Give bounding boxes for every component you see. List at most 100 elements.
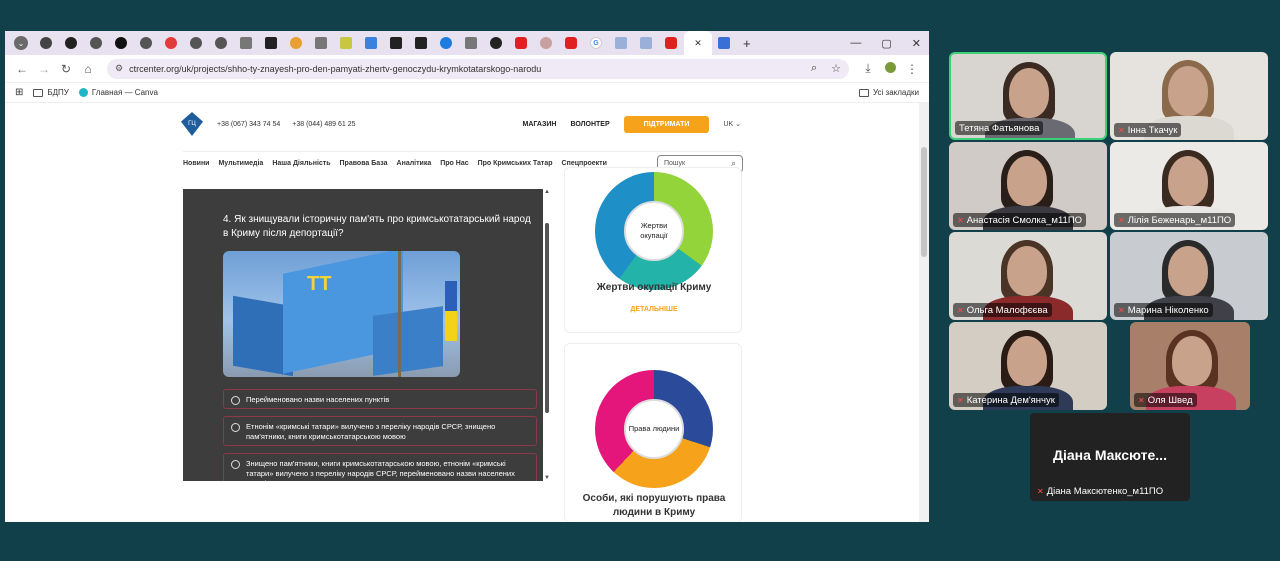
details-link[interactable]: ДЕТАЛЬНІШЕ (565, 306, 743, 313)
nav-about[interactable]: Про Нас (440, 160, 468, 167)
tab-google-icon[interactable]: G (590, 37, 602, 49)
quiz-option[interactable]: Знищено пам'ятники, книги кримськотатарс… (223, 453, 537, 481)
maximize-button[interactable]: ▢ (881, 37, 891, 50)
scroll-down-icon[interactable]: ▼ (543, 475, 551, 481)
participant-tile[interactable]: ✕ Катерина Дем'янчук (949, 322, 1107, 410)
tab-pkp-icon[interactable] (465, 37, 477, 49)
menu-kebab-icon[interactable]: ⋮ (901, 62, 923, 76)
quiz-scrollbar[interactable]: ▲ ▼ (543, 189, 551, 481)
tab-doc-icon[interactable] (365, 37, 377, 49)
phone-number[interactable]: +38 (067) 343 74 54 (217, 121, 280, 128)
tab-k-icon[interactable] (415, 37, 427, 49)
forward-arrow-icon[interactable]: → (33, 62, 55, 76)
human-rights-card[interactable]: Права людини Особи, які порушують права … (564, 343, 742, 522)
language-select[interactable]: UK ⌄ (723, 120, 741, 128)
tab-pink-icon[interactable] (540, 37, 552, 49)
occupation-victims-card[interactable]: Жертви окупації Жертви окупації Криму ДЕ… (564, 167, 742, 333)
participant-tile[interactable]: ✕ Оля Швед (1130, 322, 1250, 410)
tab-chrome-icon[interactable] (140, 37, 152, 49)
participant-tile[interactable]: ✕ Марина Ніколенко (1110, 232, 1268, 320)
all-bookmarks[interactable]: Усі закладки (858, 88, 919, 97)
folder-icon (33, 88, 44, 97)
bookmark-canva[interactable]: Главная — Canva (78, 88, 158, 97)
quiz-option[interactable]: Етнонім «кримські татари» вилучено з пер… (223, 416, 537, 446)
tab-nvs-icon[interactable] (640, 37, 652, 49)
tab-star-icon[interactable] (290, 37, 302, 49)
scroll-up-icon[interactable]: ▲ (543, 189, 551, 195)
apps-grid-icon[interactable]: ⊞ (15, 87, 23, 98)
url-text[interactable]: ctrcenter.org/uk/projects/shho-ty-znayes… (129, 64, 541, 74)
tab-youtube-icon[interactable] (665, 37, 677, 49)
home-icon[interactable]: ⌂ (77, 62, 99, 76)
radio-button[interactable] (231, 423, 240, 432)
quiz-option[interactable]: Перейменовано назви населених пунктів (223, 389, 537, 409)
tab-youtube-icon[interactable] (565, 37, 577, 49)
tab-pkp-icon[interactable] (240, 37, 252, 49)
mic-off-icon: ✕ (957, 215, 964, 225)
address-bar[interactable]: ⚙ ctrcenter.org/uk/projects/shho-ty-znay… (107, 58, 849, 79)
tab-red-c-icon[interactable] (165, 37, 177, 49)
tab-chrome-icon[interactable] (90, 37, 102, 49)
nav-special[interactable]: Спецпроекти (562, 160, 607, 167)
participant-label: ✕ Оля Швед (1134, 393, 1197, 407)
active-tab[interactable]: ✕ (684, 31, 712, 55)
tab-search-icon[interactable]: ⌄ (14, 36, 28, 50)
scroll-thumb[interactable] (921, 147, 927, 257)
tab-spotify-icon[interactable] (490, 37, 502, 49)
bookmark-star-icon[interactable]: ☆ (831, 62, 841, 75)
phone-number[interactable]: +38 (044) 489 61 25 (292, 121, 355, 128)
tab-m-icon[interactable] (340, 37, 352, 49)
mic-off-icon: ✕ (1118, 125, 1125, 135)
tab-github-icon[interactable] (65, 37, 77, 49)
site-info-icon[interactable]: ⚙ (115, 63, 123, 74)
reload-icon[interactable]: ↻ (55, 62, 77, 76)
nav-multimedia[interactable]: Мультимедіа (218, 160, 263, 167)
tab-chrome-icon[interactable] (215, 37, 227, 49)
participant-name: Лілія Беженарь_м11ПО (1127, 214, 1232, 226)
radio-button[interactable] (231, 460, 240, 469)
page-scrollbar[interactable] (919, 103, 929, 522)
tab-k-icon[interactable] (390, 37, 402, 49)
participant-tile[interactable]: ✕ Анастасія Смолка_м11ПО (949, 142, 1107, 230)
nav-legal[interactable]: Правова База (340, 160, 388, 167)
participant-tile-no-video[interactable]: Діана Максюте... ✕ Діана Максютенко_м11ПО (1030, 413, 1190, 501)
profile-avatar-icon[interactable] (879, 61, 901, 76)
nav-crimean-tatars[interactable]: Про Кримських Татар (478, 160, 553, 167)
support-button[interactable]: ПІДТРИМАТИ (623, 115, 710, 133)
nav-activity[interactable]: Наша Діяльність (272, 160, 330, 167)
close-window-button[interactable]: ✕ (912, 37, 921, 50)
shop-link[interactable]: МАГАЗИН (523, 121, 557, 128)
bookmark-bdpu[interactable]: БДПУ (33, 88, 69, 97)
nav-news[interactable]: Новини (183, 160, 209, 167)
download-icon[interactable]: ⤓ (857, 61, 879, 76)
volunteer-link[interactable]: ВОЛОНТЕР (570, 121, 609, 128)
participant-tile[interactable]: ✕ Ольга Малофєєва (949, 232, 1107, 320)
minimize-button[interactable]: — (850, 37, 861, 49)
tab-nvs-icon[interactable] (615, 37, 627, 49)
tab-chrome-icon[interactable] (190, 37, 202, 49)
radio-button[interactable] (231, 396, 240, 405)
option-text: Знищено пам'ятники, книги кримськотатарс… (246, 459, 515, 481)
participant-name: Тетяна Фатьянова (959, 122, 1040, 134)
tab-notion-icon[interactable] (115, 37, 127, 49)
tab-meet-icon[interactable] (718, 37, 730, 49)
tab-chrome-icon[interactable] (40, 37, 52, 49)
zoom-icon[interactable]: ⌕ (811, 62, 817, 75)
mic-off-icon: ✕ (1037, 486, 1044, 496)
tab-pkp-icon[interactable] (315, 37, 327, 49)
site-logo[interactable]: ГЦ (181, 112, 203, 136)
tamga-symbol-icon: ТТ (307, 273, 332, 295)
participant-label: ✕ Анастасія Смолка_м11ПО (953, 213, 1087, 227)
participant-tile[interactable]: ✕ Лілія Беженарь_м11ПО (1110, 142, 1268, 230)
tab-youtube-icon[interactable] (515, 37, 527, 49)
new-tab-button[interactable]: + (743, 36, 751, 51)
tab-c-icon[interactable] (440, 37, 452, 49)
back-arrow-icon[interactable]: ← (11, 62, 33, 76)
participant-tile[interactable]: Тетяна Фатьянова (949, 52, 1107, 140)
nav-analytics[interactable]: Аналітика (397, 160, 432, 167)
tab-close-icon[interactable]: ✕ (694, 38, 702, 49)
option-text: Перейменовано назви населених пунктів (246, 395, 390, 404)
scroll-thumb[interactable] (545, 223, 549, 413)
participant-tile[interactable]: ✕ Інна Ткачук (1110, 52, 1268, 140)
tab-k-icon[interactable] (265, 37, 277, 49)
